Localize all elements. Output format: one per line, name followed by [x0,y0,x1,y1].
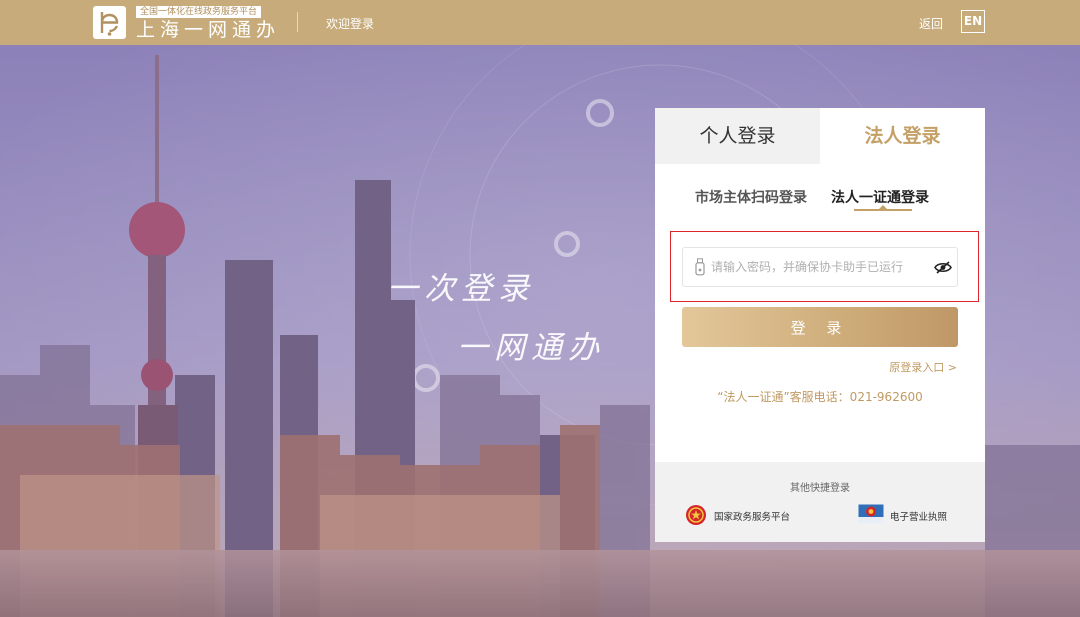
platform-slogan: 全国一体化在线政务服务平台 [136,6,262,18]
quick-login-section: 其他快捷登录 国家政务服务平台 电子营业执照 [655,462,985,542]
quick-login-title: 其他快捷登录 [790,483,850,494]
business-license-icon [858,504,884,524]
login-panel: 个人登录 法人登录 市场主体扫码登录 法人一证通登录 登 录 原登录入口 > “… [655,108,985,542]
welcome-text: 欢迎登录 [326,17,375,31]
subtab-certificate-login[interactable]: 法人一证通登录 [831,187,929,207]
login-button[interactable]: 登 录 [682,307,958,347]
quick-login-national-label: 国家政务服务平台 [714,512,791,523]
subtab-scan-login[interactable]: 市场主体扫码登录 [695,187,807,207]
password-field [682,247,958,287]
tab-personal-login[interactable]: 个人登录 [655,108,820,164]
active-subtab-caret [879,205,887,209]
password-input[interactable] [711,248,926,286]
language-switch-button[interactable]: EN [961,10,985,33]
logo [93,6,126,39]
service-hotline: “法人一证通”客服电话：021-962600 [717,390,923,404]
hero-tagline-2: 一网通办 [457,330,605,366]
old-login-entry-link[interactable]: 原登录入口 > [889,359,957,375]
top-bar: 全国一体化在线政务服务平台 上海一网通办 欢迎登录 返回 EN [0,0,1080,45]
brand-title: 上海一网通办 [136,19,281,41]
eye-hidden-icon[interactable] [934,261,952,274]
usb-key-icon [695,258,705,276]
quick-login-license-label: 电子营业执照 [890,512,948,523]
header-divider [297,12,298,32]
login-type-tabs: 个人登录 法人登录 [655,108,985,164]
hero-tagline-1: 一次登录 [387,271,535,307]
national-emblem-icon [686,505,706,525]
logo-icon [100,12,119,36]
back-link[interactable]: 返回 [919,15,943,32]
tab-corporate-login[interactable]: 法人登录 [820,108,985,164]
active-subtab-underline [854,209,912,211]
